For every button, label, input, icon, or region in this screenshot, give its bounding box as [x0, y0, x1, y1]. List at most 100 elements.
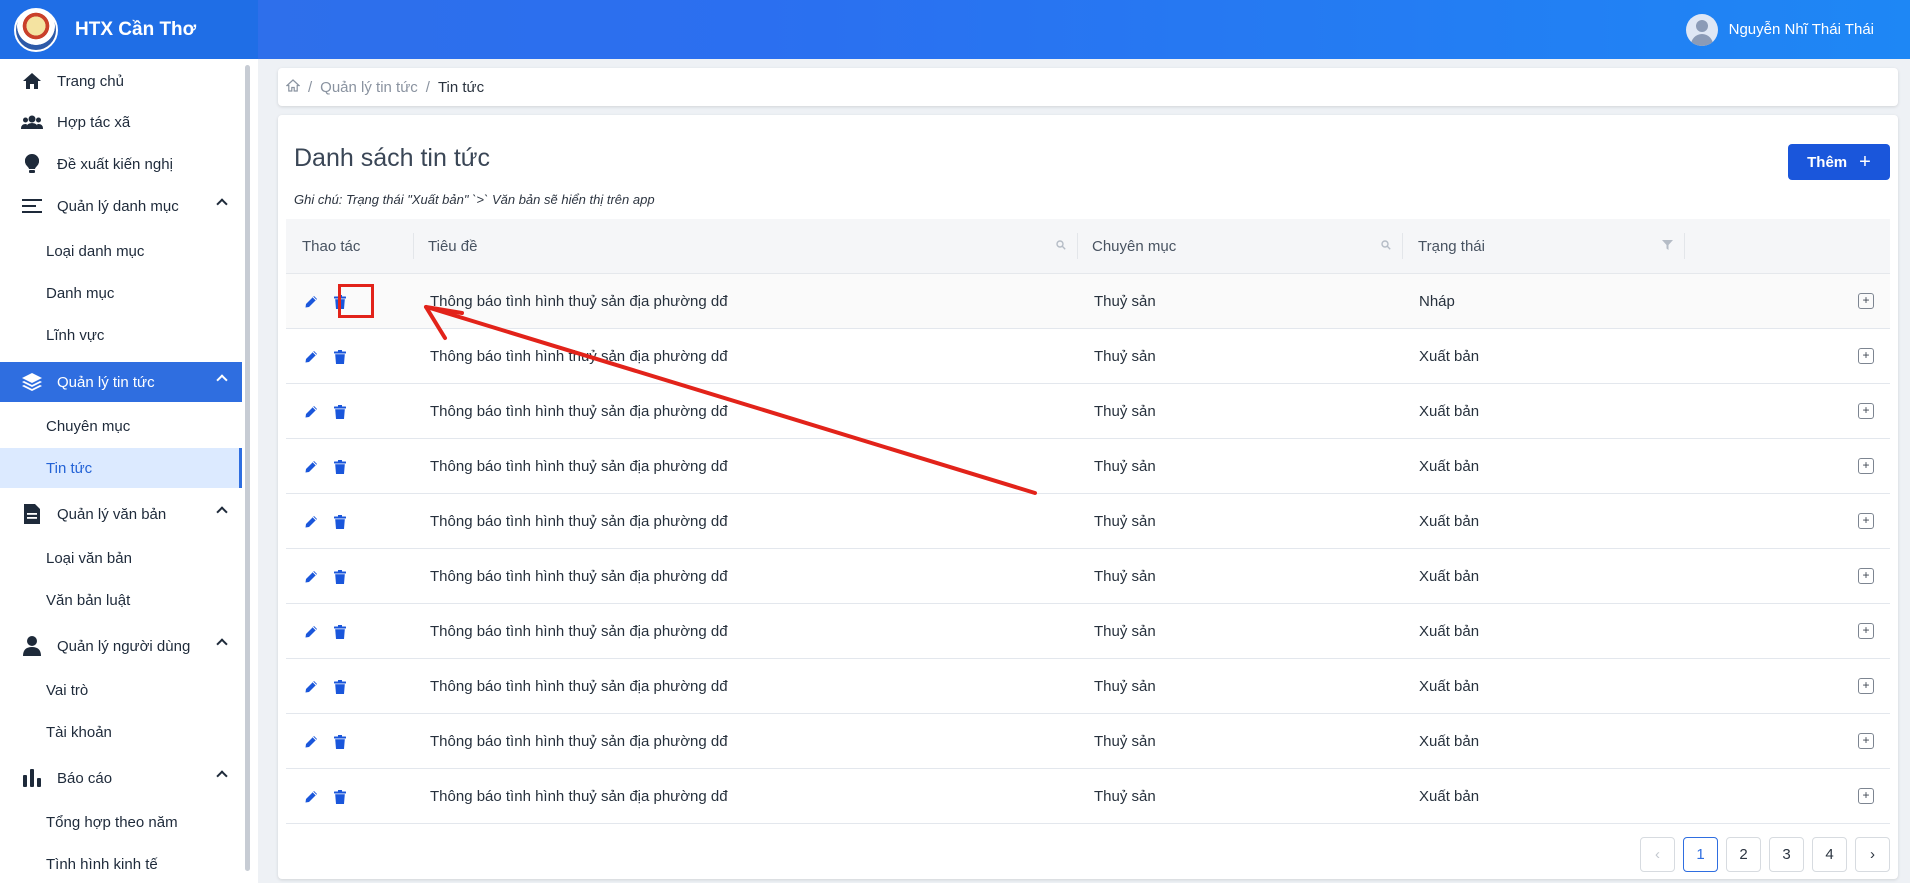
- edit-icon[interactable]: [302, 458, 320, 476]
- document-icon: [21, 503, 43, 525]
- delete-icon[interactable]: [331, 568, 349, 586]
- row-status: Nháp: [1419, 293, 1455, 310]
- row-actions: [302, 329, 414, 384]
- row-status: Xuất bản: [1419, 568, 1480, 585]
- sidebar-subitem-catalog-type[interactable]: Loại danh mục: [0, 231, 242, 271]
- home-icon[interactable]: [285, 78, 301, 96]
- delete-icon[interactable]: [331, 623, 349, 641]
- breadcrumb: / Quản lý tin tức / Tin tức: [278, 68, 1898, 106]
- edit-icon[interactable]: [302, 788, 320, 806]
- row-status: Xuất bản: [1419, 348, 1480, 365]
- expand-row-icon[interactable]: +: [1858, 568, 1874, 584]
- table-row[interactable]: Thông báo tình hình thuỷ sản địa phường …: [286, 274, 1890, 329]
- search-icon[interactable]: [1381, 240, 1391, 253]
- user-menu[interactable]: Nguyễn Nhĩ Thái Thái: [1685, 0, 1874, 59]
- edit-icon[interactable]: [302, 513, 320, 531]
- logo: [14, 7, 58, 52]
- status-note: Ghi chú: Trạng thái "Xuất bản" `>` Văn b…: [294, 192, 655, 207]
- sidebar-item-label: Quản lý người dùng: [57, 637, 191, 655]
- table-row[interactable]: Thông báo tình hình thuỷ sản địa phường …: [286, 549, 1890, 604]
- sidebar-subitem-roles[interactable]: Vai trò: [0, 670, 242, 710]
- delete-icon[interactable]: [331, 513, 349, 531]
- table-row[interactable]: Thông báo tình hình thuỷ sản địa phường …: [286, 604, 1890, 659]
- table-row[interactable]: Thông báo tình hình thuỷ sản địa phường …: [286, 329, 1890, 384]
- news-table: Thao tác Tiêu đề Chuyên mục Trạng thái T…: [286, 219, 1890, 824]
- row-status: Xuất bản: [1419, 678, 1480, 695]
- expand-row-icon[interactable]: +: [1858, 348, 1874, 364]
- edit-icon[interactable]: [302, 293, 320, 311]
- row-actions: [302, 384, 414, 439]
- delete-icon[interactable]: [331, 788, 349, 806]
- sidebar-item-proposals[interactable]: Đề xuất kiến nghị: [0, 144, 242, 184]
- delete-icon[interactable]: [331, 458, 349, 476]
- search-icon[interactable]: [1056, 240, 1066, 253]
- edit-icon[interactable]: [302, 733, 320, 751]
- expand-row-icon[interactable]: +: [1858, 623, 1874, 639]
- sidebar-subitem-doc-type[interactable]: Loại văn bản: [0, 538, 242, 578]
- table-row[interactable]: Thông báo tình hình thuỷ sản địa phường …: [286, 439, 1890, 494]
- sidebar-subitem-catalog[interactable]: Danh mục: [0, 273, 242, 313]
- sidebar-subitem-law-docs[interactable]: Văn bản luật: [0, 580, 242, 620]
- row-status: Xuất bản: [1419, 733, 1480, 750]
- edit-icon[interactable]: [302, 348, 320, 366]
- table-row[interactable]: Thông báo tình hình thuỷ sản địa phường …: [286, 769, 1890, 824]
- row-actions: [302, 494, 414, 549]
- sidebar-item-reports[interactable]: Báo cáo: [0, 758, 242, 798]
- breadcrumb-separator: /: [308, 78, 313, 96]
- sidebar-subitem-accounts[interactable]: Tài khoản: [0, 712, 242, 752]
- expand-row-icon[interactable]: +: [1858, 458, 1874, 474]
- table-row[interactable]: Thông báo tình hình thuỷ sản địa phường …: [286, 659, 1890, 714]
- column-header-title: Tiêu đề: [414, 219, 1078, 274]
- sidebar-item-label: Báo cáo: [57, 769, 113, 787]
- row-category: Thuỷ sản: [1094, 293, 1156, 310]
- table-row[interactable]: Thông báo tình hình thuỷ sản địa phường …: [286, 494, 1890, 549]
- row-status: Xuất bản: [1419, 623, 1480, 640]
- table-row[interactable]: Thông báo tình hình thuỷ sản địa phường …: [286, 714, 1890, 769]
- expand-row-icon[interactable]: +: [1858, 293, 1874, 309]
- expand-row-icon[interactable]: +: [1858, 733, 1874, 749]
- sidebar-item-documents[interactable]: Quản lý văn bản: [0, 494, 242, 534]
- edit-icon[interactable]: [302, 403, 320, 421]
- edit-icon[interactable]: [302, 623, 320, 641]
- page-button-2[interactable]: 2: [1726, 837, 1761, 872]
- sidebar-subitem-field[interactable]: Lĩnh vực: [0, 315, 242, 355]
- sidebar-subitem-news[interactable]: Tin tức: [0, 448, 242, 488]
- sidebar-item-home[interactable]: Trang chủ: [0, 61, 242, 101]
- next-page-button[interactable]: ›: [1855, 837, 1890, 872]
- expand-row-icon[interactable]: +: [1858, 788, 1874, 804]
- row-category: Thuỷ sản: [1094, 678, 1156, 695]
- add-button[interactable]: Thêm +: [1788, 144, 1890, 180]
- delete-icon[interactable]: [331, 678, 349, 696]
- sidebar-subitem-economic-status[interactable]: Tình hình kinh tế: [0, 844, 242, 883]
- row-category: Thuỷ sản: [1094, 348, 1156, 365]
- sidebar-subitem-yearly-summary[interactable]: Tổng hợp theo năm: [0, 802, 242, 842]
- sidebar-item-cooperatives[interactable]: Hợp tác xã: [0, 102, 242, 142]
- sidebar-item-news[interactable]: Quản lý tin tức: [0, 362, 242, 402]
- sidebar-item-catalog[interactable]: Quản lý danh mục: [0, 186, 242, 226]
- sidebar: Trang chủ Hợp tác xã Đề xuất kiến nghị Q…: [0, 59, 258, 883]
- page-button-1[interactable]: 1: [1683, 837, 1718, 872]
- table-row[interactable]: Thông báo tình hình thuỷ sản địa phường …: [286, 384, 1890, 439]
- expand-row-icon[interactable]: +: [1858, 513, 1874, 529]
- row-category: Thuỷ sản: [1094, 458, 1156, 475]
- prev-page-button[interactable]: ‹: [1640, 837, 1675, 872]
- delete-icon[interactable]: [331, 733, 349, 751]
- page-button-4[interactable]: 4: [1812, 837, 1847, 872]
- delete-icon[interactable]: [331, 348, 349, 366]
- column-header-actions: Thao tác: [286, 219, 414, 274]
- sidebar-subitem-topics[interactable]: Chuyên mục: [0, 406, 242, 446]
- expand-row-icon[interactable]: +: [1858, 678, 1874, 694]
- bar-chart-icon: [21, 767, 43, 789]
- sidebar-item-users[interactable]: Quản lý người dùng: [0, 626, 242, 666]
- edit-icon[interactable]: [302, 568, 320, 586]
- expand-row-icon[interactable]: +: [1858, 403, 1874, 419]
- sidebar-scrollbar[interactable]: [245, 65, 250, 871]
- row-title: Thông báo tình hình thuỷ sản địa phường …: [430, 623, 728, 640]
- breadcrumb-parent[interactable]: Quản lý tin tức: [320, 79, 418, 96]
- delete-icon[interactable]: [331, 403, 349, 421]
- edit-icon[interactable]: [302, 678, 320, 696]
- filter-icon[interactable]: [1662, 240, 1673, 253]
- chevron-up-icon: [216, 198, 228, 210]
- page-button-3[interactable]: 3: [1769, 837, 1804, 872]
- brand[interactable]: HTX Cần Thơ: [0, 0, 258, 59]
